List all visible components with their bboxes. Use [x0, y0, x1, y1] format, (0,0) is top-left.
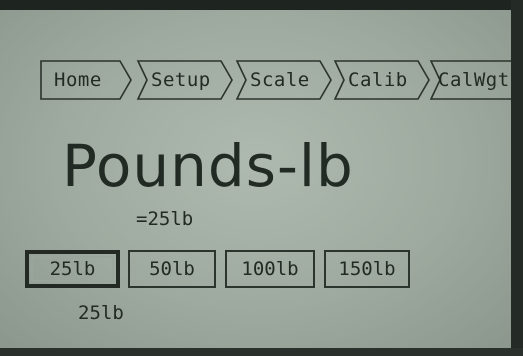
weight-button-50lb[interactable]: 50lb — [128, 250, 216, 288]
breadcrumb-scale-label: Scale — [250, 69, 310, 91]
selected-weight-label: 25lb — [78, 302, 124, 324]
breadcrumb-calwgt-label: CalWgt — [438, 69, 510, 91]
breadcrumb-calwgt[interactable]: CalWgt — [429, 60, 511, 100]
breadcrumb-setup-label: Setup — [151, 69, 211, 91]
weight-button-150lb[interactable]: 150lb — [324, 250, 410, 288]
bezel-top — [0, 0, 523, 10]
breadcrumb-calib[interactable]: Calib — [333, 60, 430, 100]
weight-button-25lb[interactable]: 25lb — [25, 250, 120, 288]
breadcrumb-home-label: Home — [54, 69, 102, 91]
lcd-screen: Home Setup Scale Calib CalWgt Pounds-lb … — [0, 10, 511, 348]
bezel-right — [511, 0, 523, 356]
unit-title: Pounds-lb — [62, 132, 354, 200]
breadcrumb-calib-label: Calib — [348, 69, 408, 91]
breadcrumb-home[interactable]: Home — [40, 60, 132, 100]
weight-button-100lb[interactable]: 100lb — [225, 250, 315, 288]
breadcrumb-setup[interactable]: Setup — [136, 60, 233, 100]
weight-readout: =25lb — [136, 208, 194, 230]
breadcrumb-scale[interactable]: Scale — [235, 60, 332, 100]
bezel-bottom — [0, 348, 523, 356]
